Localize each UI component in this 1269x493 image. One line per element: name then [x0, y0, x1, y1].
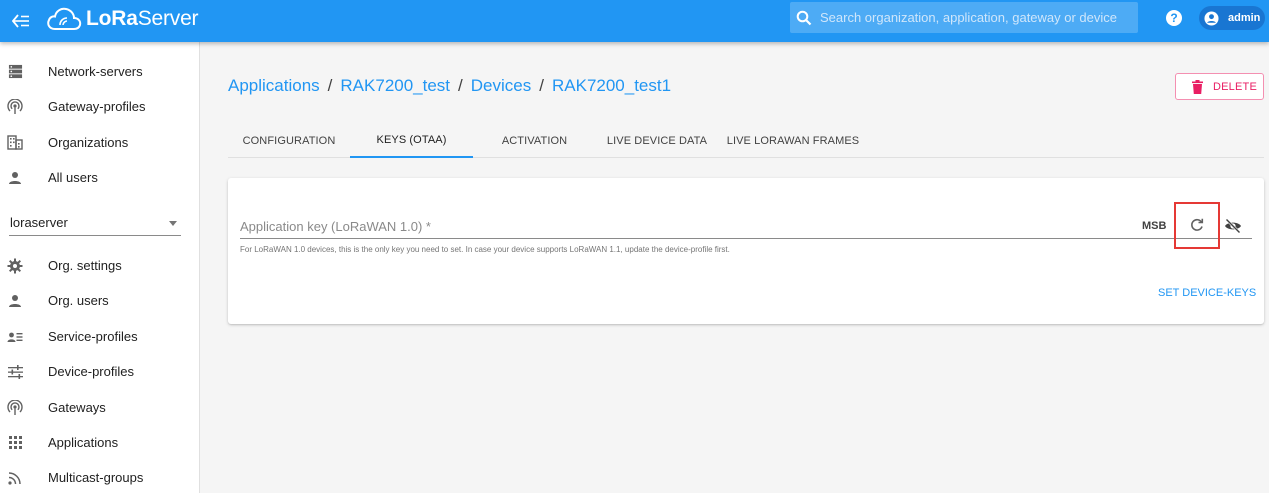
broadcast-icon: [7, 399, 23, 416]
breadcrumb-application[interactable]: RAK7200_test: [340, 76, 450, 96]
sidebar-item-applications[interactable]: Applications: [0, 425, 199, 460]
organization-select[interactable]: loraserver: [9, 212, 181, 236]
sidebar-item-service-profiles[interactable]: Service-profiles: [0, 319, 199, 354]
sidebar-item-label: Applications: [48, 435, 119, 450]
help-icon[interactable]: ?: [1165, 9, 1183, 27]
user-menu-button[interactable]: admin: [1199, 6, 1265, 30]
visibility-off-icon[interactable]: [1223, 216, 1243, 236]
cloud-logo-icon: [47, 7, 82, 30]
tab-activation[interactable]: ACTIVATION: [473, 123, 596, 158]
apps-grid-icon: [7, 435, 23, 451]
person-icon: [7, 293, 23, 309]
sidebar-item-organizations[interactable]: Organizations: [0, 125, 199, 160]
sidebar-item-label: Org. users: [48, 293, 109, 308]
broadcast-icon: [7, 98, 23, 115]
logo-text: LoRaServer: [86, 7, 199, 30]
breadcrumb-devices[interactable]: Devices: [471, 76, 531, 96]
sidebar-item-label: Gateways: [48, 400, 106, 415]
sidebar-item-label: All users: [48, 170, 98, 185]
sidebar-item-multicast-groups[interactable]: Multicast-groups: [0, 460, 199, 493]
delete-button-label: DELETE: [1213, 80, 1257, 93]
top-app-bar: LoRaServer ? admin: [0, 0, 1269, 42]
sidebar-item-label: Network-servers: [48, 64, 143, 79]
sidebar-item-label: Service-profiles: [48, 329, 138, 344]
trash-icon: [1192, 79, 1203, 94]
sidebar-item-gateways[interactable]: Gateways: [0, 390, 199, 425]
delete-button[interactable]: DELETE: [1175, 73, 1264, 100]
tab-live-lorawan-frames[interactable]: LIVE LORAWAN FRAMES: [718, 123, 868, 158]
user-name: admin: [1228, 12, 1261, 24]
gear-icon: [7, 258, 23, 274]
refresh-icon[interactable]: [1187, 215, 1207, 235]
app-key-underline: [240, 238, 1252, 239]
sidebar-item-device-profiles[interactable]: Device-profiles: [0, 354, 199, 389]
account-details-icon: [7, 329, 23, 345]
collapse-menu-icon[interactable]: [9, 9, 33, 33]
rss-icon: [7, 470, 23, 486]
device-tabs: CONFIGURATION KEYS (OTAA) ACTIVATION LIV…: [228, 123, 1264, 158]
building-icon: [7, 135, 23, 151]
keys-card: Application key (LoRaWAN 1.0) * MSB For …: [228, 178, 1264, 324]
search-icon: [796, 10, 812, 25]
server-icon: [7, 64, 23, 80]
tune-icon: [7, 364, 23, 380]
search-input[interactable]: [820, 10, 1130, 25]
sidebar-item-label: Gateway-profiles: [48, 99, 146, 114]
tab-live-device-data[interactable]: LIVE DEVICE DATA: [596, 123, 718, 158]
sidebar-item-gateway-profiles[interactable]: Gateway-profiles: [0, 89, 199, 124]
app-logo[interactable]: LoRaServer: [46, 3, 199, 35]
sidebar-item-org-users[interactable]: Org. users: [0, 283, 199, 318]
sidebar-item-org-settings[interactable]: Org. settings: [0, 248, 199, 283]
set-device-keys-button[interactable]: SET DEVICE-KEYS: [1158, 287, 1256, 299]
breadcrumb-applications[interactable]: Applications: [228, 76, 320, 96]
byte-order-toggle[interactable]: MSB: [1142, 220, 1166, 232]
sidebar-item-label: Org. settings: [48, 258, 122, 273]
organization-select-value: loraserver: [10, 215, 68, 230]
breadcrumb-separator: /: [458, 76, 463, 95]
app-key-helper-text: For LoRaWAN 1.0 devices, this is the onl…: [240, 245, 730, 254]
breadcrumb-separator: /: [327, 76, 333, 95]
sidebar-item-label: Organizations: [48, 135, 129, 150]
search-box: [790, 2, 1138, 33]
breadcrumb-separator: /: [539, 76, 544, 95]
account-circle-icon: [1204, 10, 1219, 26]
sidebar-item-label: Multicast-groups: [48, 470, 144, 485]
sidebar-item-label: Device-profiles: [48, 364, 134, 379]
app-key-input[interactable]: [240, 216, 1120, 236]
person-icon: [7, 170, 23, 186]
breadcrumb-device[interactable]: RAK7200_test1: [552, 76, 671, 96]
sidebar-item-all-users[interactable]: All users: [0, 160, 199, 195]
tab-keys-otaa[interactable]: KEYS (OTAA): [350, 123, 473, 158]
breadcrumb: Applications / RAK7200_test / Devices / …: [228, 76, 671, 96]
chevron-down-icon: [169, 221, 177, 226]
tab-configuration[interactable]: CONFIGURATION: [228, 123, 350, 158]
svg-text:?: ?: [1170, 11, 1177, 25]
sidebar-item-network-servers[interactable]: Network-servers: [0, 54, 199, 89]
sidebar: Network-servers Gateway-profiles Organiz…: [0, 42, 200, 493]
